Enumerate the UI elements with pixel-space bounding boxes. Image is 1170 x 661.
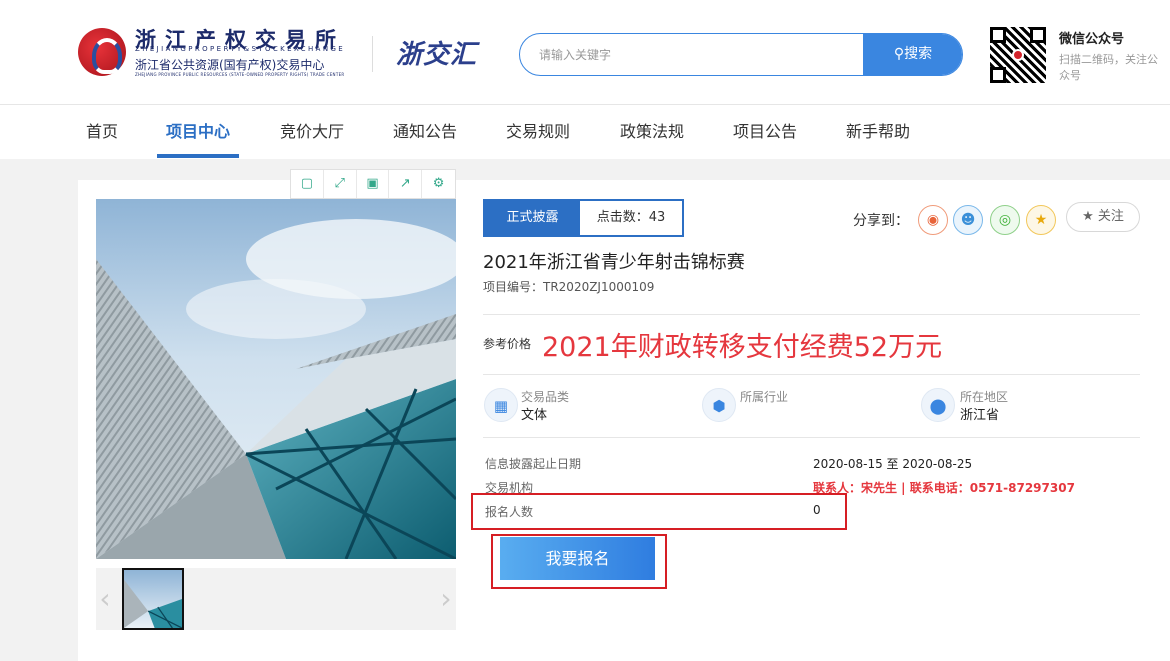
highlight-box-count: [471, 493, 847, 530]
follow-button[interactable]: ★ 关注: [1066, 202, 1140, 232]
next-arrow-icon[interactable]: ›: [438, 575, 454, 623]
settings-gear-icon[interactable]: ⚙: [422, 170, 455, 198]
wechat-description: 扫描二维码，关注公众号: [1059, 53, 1158, 82]
save-icon[interactable]: ▣: [357, 170, 390, 198]
main-nav: 首页 项目中心 竞价大厅 通知公告 交易规则 政策法规 项目公告 新手帮助: [0, 105, 1170, 159]
nav-project-announcements[interactable]: 项目公告: [733, 105, 797, 159]
logo-divider: [372, 36, 373, 72]
logo-subtitle: 浙江省公共资源(国有产权)交易中心: [135, 58, 325, 72]
nav-help[interactable]: 新手帮助: [846, 105, 910, 159]
qq-icon[interactable]: ☻: [953, 205, 983, 235]
share-label: 分享到：: [853, 213, 909, 229]
project-image[interactable]: [96, 199, 456, 559]
disclosure-date-label: 信息披露起止日期: [485, 457, 582, 471]
building-glass-image: [96, 219, 456, 559]
nav-notices[interactable]: 通知公告: [393, 105, 457, 159]
contact-info: 联系人：宋先生 | 联系电话：0571-87297307: [813, 481, 1075, 495]
follow-label: 关注: [1097, 209, 1124, 224]
logo-tagline: ZHEJIANG PROVINCE PUBLIC RESOURCES (STAT…: [135, 72, 345, 77]
region-value: 浙江省: [960, 408, 1000, 423]
share-icon[interactable]: ↗: [389, 170, 423, 198]
status-bar: 正式披露 点击数：43: [483, 199, 684, 237]
industry-label: 所属行业: [740, 390, 789, 404]
nav-active-underline: [157, 154, 239, 158]
wechat-icon[interactable]: ◎: [990, 205, 1020, 235]
search-bar: ⚲搜索: [519, 33, 963, 76]
fullscreen-icon[interactable]: ⤢: [324, 170, 357, 198]
status-badge: 正式披露: [485, 201, 580, 235]
category-value: 文体: [521, 408, 548, 423]
nav-bidding-hall[interactable]: 竞价大厅: [280, 105, 344, 159]
qzone-star-icon[interactable]: ★: [1026, 205, 1056, 235]
search-button[interactable]: ⚲搜索: [863, 34, 962, 75]
project-title: 2021年浙江省青少年射击锦标赛: [483, 252, 745, 273]
price-label: 参考价格: [483, 337, 532, 351]
exchange-logo-icon[interactable]: [78, 28, 126, 76]
disclosure-date-value: 2020-08-15 至 2020-08-25: [813, 457, 973, 471]
nav-project-center[interactable]: 项目中心: [166, 105, 230, 159]
region-label: 所在地区: [960, 390, 1009, 404]
divider: [483, 314, 1140, 315]
star-icon: ★: [1082, 209, 1094, 224]
divider: [483, 437, 1140, 438]
original-size-icon[interactable]: ▢: [291, 170, 324, 198]
nav-trading-rules[interactable]: 交易规则: [506, 105, 570, 159]
cube-icon: ⬢: [702, 388, 736, 422]
category-label: 交易品类: [521, 390, 570, 404]
partner-logo[interactable]: 浙交汇: [396, 34, 477, 71]
location-pin-icon: ⬤: [921, 388, 955, 422]
price-value: 2021年财政转移支付经费52万元: [542, 332, 943, 363]
divider: [483, 374, 1140, 375]
nav-home[interactable]: 首页: [86, 105, 118, 159]
image-toolbar: ▢ ⤢ ▣ ↗ ⚙: [290, 169, 456, 199]
wechat-title: 微信公众号: [1059, 32, 1125, 47]
thumbnail-item[interactable]: [122, 568, 184, 630]
search-icon: ⚲: [893, 46, 905, 62]
project-code: 项目编号：TR2020ZJ1000109: [483, 280, 655, 294]
thumbnail-image: [124, 579, 182, 628]
search-input[interactable]: [520, 34, 862, 75]
weibo-icon[interactable]: ◉: [918, 205, 948, 235]
logo-english: ZHEJIANGPROPERTY&STOCKEXCHANGE: [135, 45, 346, 53]
search-button-label: 搜索: [904, 46, 933, 62]
highlight-box-register: [491, 534, 667, 589]
site-header: 浙江产权交易所 ZHEJIANGPROPERTY&STOCKEXCHANGE 浙…: [0, 0, 1170, 105]
hit-count: 点击数：43: [596, 210, 666, 225]
wechat-qr-code: [990, 27, 1046, 83]
nav-policies[interactable]: 政策法规: [620, 105, 684, 159]
prev-arrow-icon[interactable]: ‹: [97, 575, 113, 623]
grid-icon: ▦: [484, 388, 518, 422]
